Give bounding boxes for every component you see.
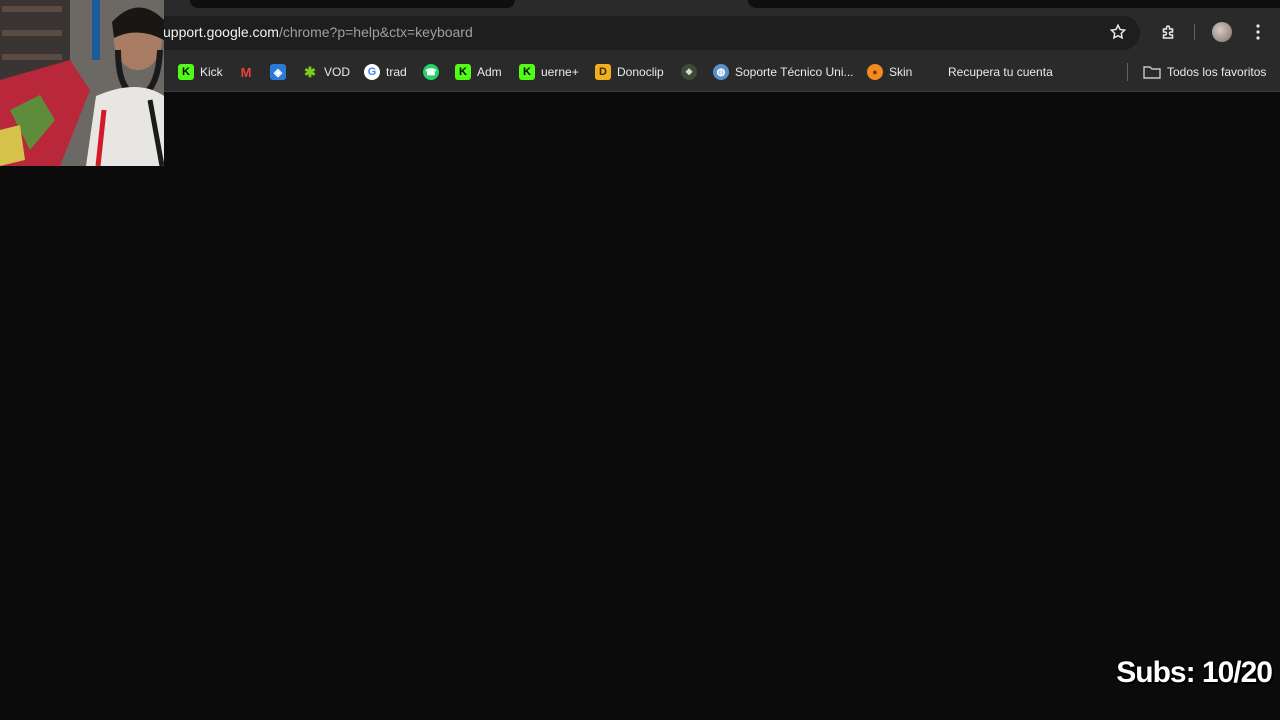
bookmark-label: VOD <box>324 65 351 79</box>
bookmark-gmail[interactable]: M <box>238 63 254 81</box>
bookmark-label: Adm <box>477 65 502 79</box>
subs-counter: Subs: 10/20 <box>1116 656 1273 689</box>
bookmark-label: Kick <box>200 65 223 79</box>
bookmark-label: Recupera tu cuenta <box>948 65 1053 79</box>
bookmark-badge[interactable]: ❖ <box>681 63 697 81</box>
kick-icon: K <box>178 64 194 80</box>
vod-icon: ✱ <box>304 63 316 80</box>
globe-icon: ◍ <box>713 64 729 80</box>
avatar[interactable] <box>1210 20 1234 44</box>
bookmarks-bar: K Kick M ◈ ✱ VOD G trad ☎ K Adm K uerne+… <box>0 54 1280 92</box>
all-bookmarks-folder[interactable]: Todos los favoritos <box>1143 63 1266 81</box>
folder-icon <box>1143 65 1161 79</box>
bookmark-kick[interactable]: K Kick <box>178 63 223 81</box>
tab-gap-right <box>748 0 1280 8</box>
bookmark-trad[interactable]: G trad <box>364 63 407 81</box>
bookmark-adm[interactable]: K Adm <box>455 63 502 81</box>
bookmark-label: uerne+ <box>541 65 579 79</box>
kick-icon: K <box>519 64 535 80</box>
badge-icon: ❖ <box>681 64 697 80</box>
whatsapp-icon: ☎ <box>423 64 439 80</box>
all-bookmarks-label: Todos los favoritos <box>1167 65 1267 79</box>
tab-strip <box>0 0 1280 14</box>
bookmark-whatsapp[interactable]: ☎ <box>423 63 439 81</box>
bookmarks-divider <box>1127 63 1128 81</box>
gmail-icon: M <box>240 64 252 80</box>
bookmark-label: Donoclip <box>617 65 664 79</box>
bookmark-skin[interactable]: ● Skin <box>867 63 912 81</box>
blue-square-icon: ◈ <box>270 64 286 80</box>
bookmark-recupera[interactable]: Recupera tu cuenta <box>926 63 1053 81</box>
bookmark-label: Skin <box>889 65 913 79</box>
toolbar-divider <box>1194 24 1195 40</box>
kebab-menu-icon[interactable] <box>1246 20 1270 44</box>
pumpkin-icon: ● <box>867 64 883 80</box>
microsoft-icon <box>926 64 942 80</box>
browser-toolbar: upport.google.com/chrome?p=help&ctx=keyb… <box>0 14 1280 54</box>
kick-icon: K <box>455 64 471 80</box>
bookmark-label: Soporte Técnico Uni... <box>735 65 854 79</box>
webcam-overlay <box>0 0 164 166</box>
star-icon[interactable] <box>1106 20 1130 44</box>
puzzle-icon[interactable] <box>1156 20 1180 44</box>
tab-gap-left <box>190 0 515 8</box>
google-icon: G <box>364 64 380 80</box>
url-host: upport.google.com <box>163 24 279 40</box>
address-bar-url[interactable]: upport.google.com/chrome?p=help&ctx=keyb… <box>163 24 473 40</box>
bookmark-blue[interactable]: ◈ <box>270 63 286 81</box>
bookmark-uerne[interactable]: K uerne+ <box>519 63 579 81</box>
url-path: /chrome?p=help&ctx=keyboard <box>278 24 473 40</box>
donoclip-icon: D <box>595 64 611 80</box>
bookmark-vod[interactable]: ✱ VOD <box>302 63 350 81</box>
bookmark-soporte[interactable]: ◍ Soporte Técnico Uni... <box>713 63 854 81</box>
bookmark-label: trad <box>386 65 407 79</box>
bookmark-donoclip[interactable]: D Donoclip <box>595 63 664 81</box>
